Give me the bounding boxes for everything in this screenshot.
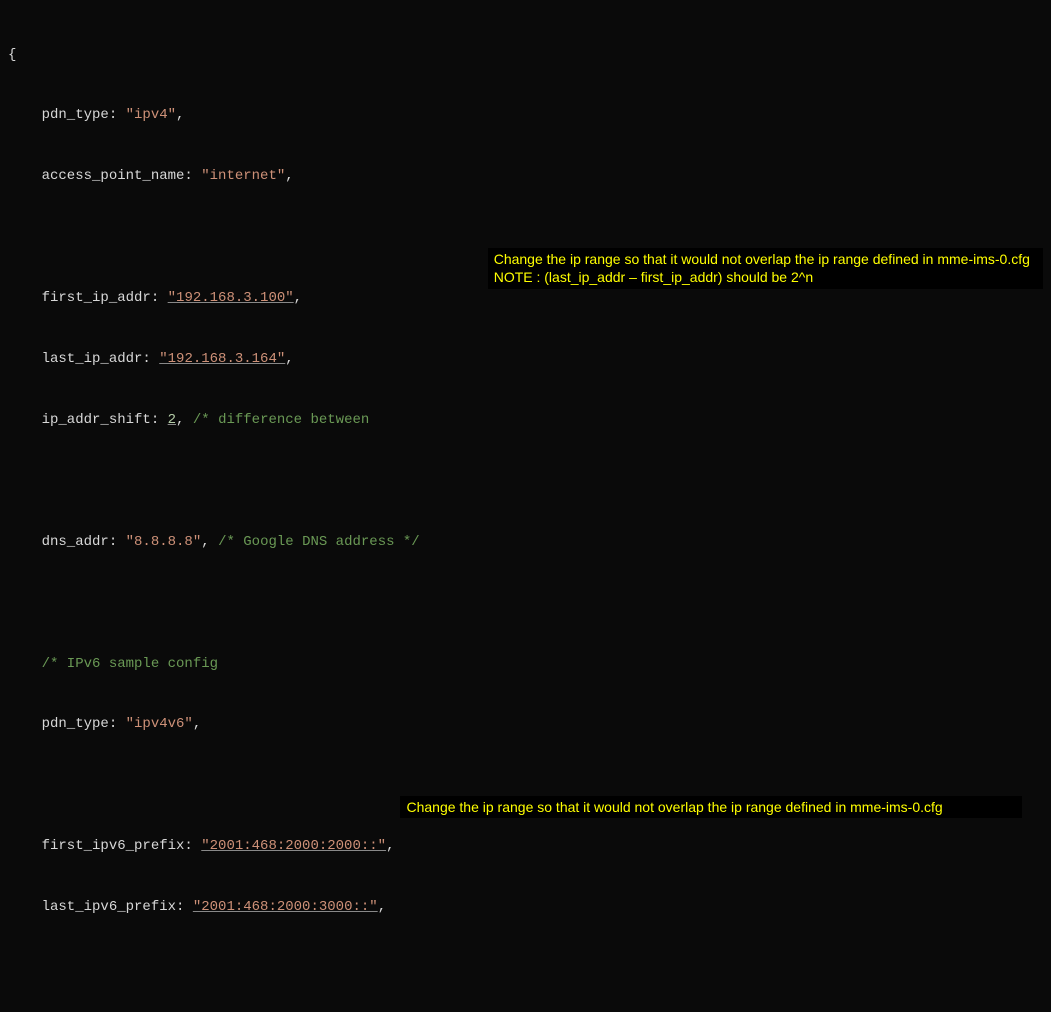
val-shift: 2 [168,412,176,428]
val-first-ip: "192.168.3.100" [168,290,294,306]
cmt-ipv6-header: /* IPv6 sample config [8,656,218,672]
key-first-ipv6: first_ipv6_prefix: [8,838,201,854]
annotation-text: Change the ip range so that it would not… [494,251,1030,267]
key-first-ip: first_ip_addr: [8,290,168,306]
key-pdn-type-2: pdn_type: [8,716,126,732]
key-shift: ip_addr_shift: [8,412,168,428]
key-apn: access_point_name: [8,168,201,184]
val-last-ip: "192.168.3.164" [159,351,285,367]
annotation-text: Change the ip range so that it would not… [406,799,942,815]
key-last-ipv6: last_ipv6_prefix: [8,899,193,915]
val-pdn-type-2: "ipv4v6" [126,716,193,732]
code-block-1: { pdn_type: "ipv4", access_point_name: "… [0,0,1051,1012]
cmt-dns: /* Google DNS address */ [218,534,420,550]
key-pdn-type: pdn_type: [8,107,126,123]
cmt-shift: /* difference between [193,412,378,428]
key-last-ip: last_ip_addr: [8,351,159,367]
brace: { [8,47,16,63]
annotation-ipv6-range: Change the ip range so that it would not… [400,796,1022,819]
val-apn: "internet" [201,168,285,184]
val-first-ipv6: "2001:468:2000:2000::" [201,838,386,854]
annotation-text-2: NOTE : (last_ip_addr – first_ip_addr) sh… [494,269,813,285]
key-dns: dns_addr: [8,534,126,550]
val-dns: "8.8.8.8" [126,534,202,550]
annotation-ipv4-range: Change the ip range so that it would not… [488,248,1043,290]
val-pdn-type: "ipv4" [126,107,176,123]
val-last-ipv6: "2001:468:2000:3000::" [193,899,378,915]
